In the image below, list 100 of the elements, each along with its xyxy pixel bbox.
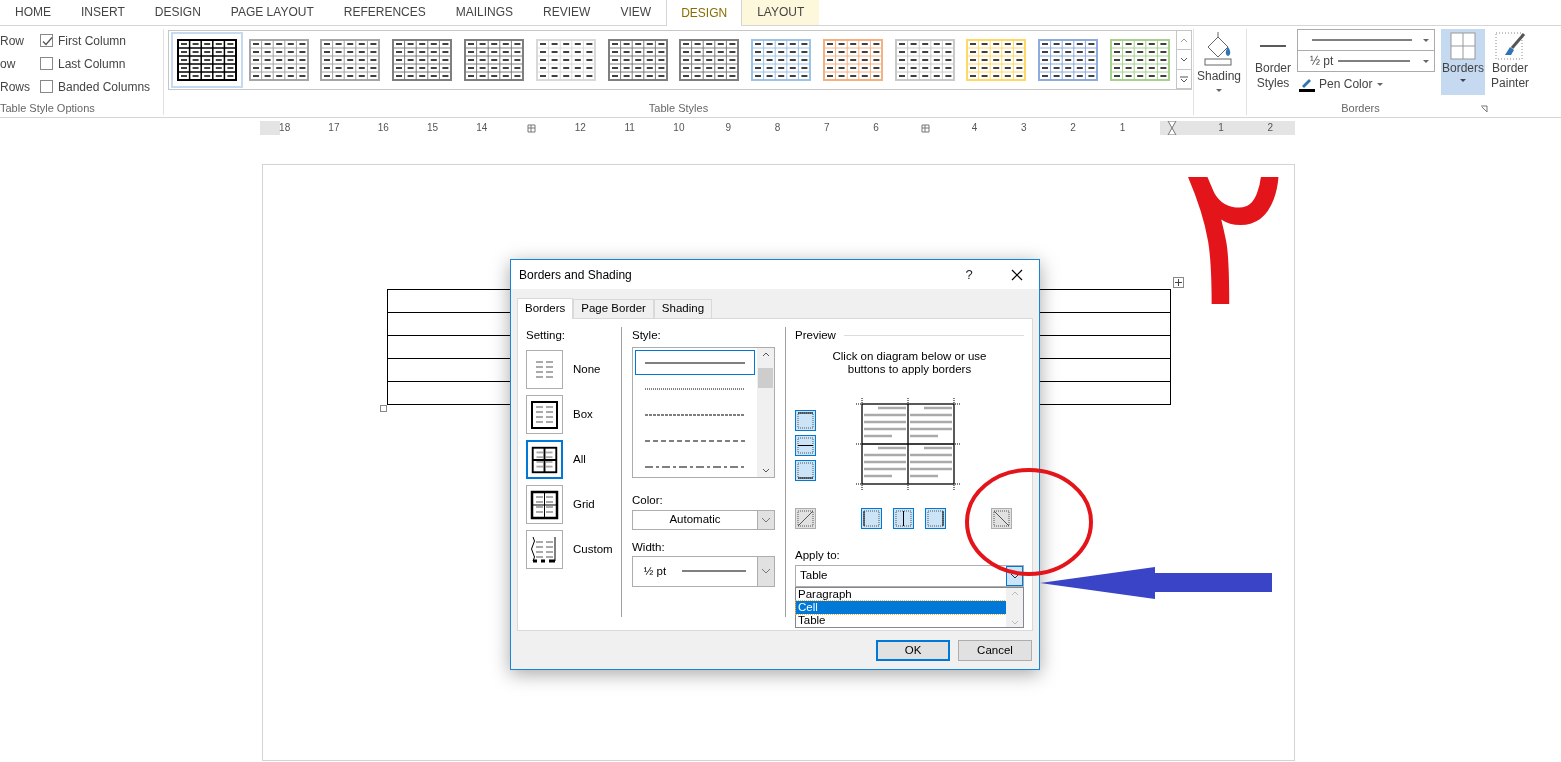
dialog-launcher-icon[interactable] <box>1480 105 1488 113</box>
apply-to-dropdown[interactable]: Table <box>795 564 1024 587</box>
line-style-dropdown[interactable] <box>1297 29 1436 51</box>
border-painter-button[interactable]: Border Painter <box>1489 29 1532 95</box>
ruler-number: 9 <box>725 121 731 135</box>
line-style-list[interactable] <box>632 347 775 479</box>
option-label: Rows <box>0 78 30 96</box>
ribbon-tab[interactable]: DESIGN <box>139 0 216 25</box>
chevron-down-icon <box>761 567 771 576</box>
setting-option[interactable] <box>526 485 563 525</box>
field-label: Style: <box>632 328 662 343</box>
chevron-down-icon <box>761 515 771 524</box>
caret-icon <box>1459 76 1468 84</box>
border-icon <box>796 436 815 456</box>
border-toggle-button[interactable] <box>795 435 816 457</box>
line-sample-icon <box>645 438 745 443</box>
ruler-number: 18 <box>279 121 291 135</box>
ribbon-tab[interactable]: DESIGN <box>666 0 743 26</box>
setting-option[interactable] <box>526 440 563 480</box>
line-sample-icon <box>645 412 745 417</box>
border-toggle-button[interactable] <box>795 460 816 482</box>
shading-button[interactable]: Shading <box>1194 29 1244 96</box>
checkbox[interactable] <box>40 80 53 93</box>
column-marker-icon[interactable] <box>526 123 536 133</box>
setting-option[interactable] <box>526 395 563 435</box>
width-dropdown[interactable]: ½ pt <box>632 555 775 587</box>
checkbox[interactable] <box>40 34 53 47</box>
preview-hint: Click on diagram below or use buttons to apply borders <box>831 350 988 377</box>
close-icon <box>1011 268 1023 281</box>
border-toggle-button[interactable] <box>795 508 816 530</box>
line-icon <box>1260 44 1286 48</box>
chevron-down-icon <box>1009 571 1020 580</box>
ribbon-tab[interactable]: PAGE LAYOUT <box>215 0 329 25</box>
setting-label: All <box>573 452 586 468</box>
ribbon-tab[interactable]: REVIEW <box>528 0 606 25</box>
checkbox[interactable] <box>40 57 53 70</box>
table-style-thumbnail[interactable] <box>171 32 243 88</box>
ok-button[interactable]: OK <box>876 640 950 661</box>
column-marker-icon[interactable] <box>920 123 930 133</box>
indent-marker-icon[interactable] <box>1166 121 1177 135</box>
pen-icon <box>1299 76 1316 92</box>
line-sample-icon <box>645 386 745 391</box>
ruler-number: 1 <box>1119 121 1126 135</box>
scrollbar-thumb[interactable] <box>758 367 773 388</box>
ruler-number: 1 <box>1218 121 1224 135</box>
ruler-number: 11 <box>624 121 635 135</box>
setting-label: Box <box>573 407 593 423</box>
ruler-number: 6 <box>873 121 879 135</box>
ribbon-tab[interactable]: MAILINGS <box>440 0 529 25</box>
setting-option[interactable] <box>526 530 563 570</box>
borders-button[interactable]: Borders <box>1441 29 1486 95</box>
dropdown-option[interactable]: Paragraph <box>796 587 1006 601</box>
option-label: Row <box>0 32 24 50</box>
borders-icon <box>1449 31 1478 61</box>
more-icon[interactable] <box>1178 73 1189 84</box>
dropdown-option[interactable]: Cell <box>796 600 1006 614</box>
table-resize-handle-icon[interactable] <box>380 405 387 412</box>
dropdown-option[interactable]: Table <box>796 613 1006 627</box>
line-icon <box>682 569 747 574</box>
border-preview-diagram[interactable] <box>856 398 960 491</box>
caret-icon <box>1376 80 1385 88</box>
dialog-title: Borders and Shading <box>519 266 633 284</box>
field-label: Color: <box>632 493 664 509</box>
setting-label: Grid <box>573 497 595 513</box>
line-weight-dropdown[interactable]: ½ pt <box>1297 50 1436 72</box>
border-toggle-button[interactable] <box>991 508 1012 530</box>
group-label: Table Styles <box>647 100 710 116</box>
border-toggle-button[interactable] <box>861 508 882 530</box>
caret-icon <box>1422 57 1430 65</box>
ruler-number: 14 <box>476 121 488 135</box>
line-sample-icon <box>645 464 745 469</box>
border-styles-button[interactable]: Border Styles <box>1253 29 1294 95</box>
border-icon <box>894 509 913 529</box>
ruler-number: 3 <box>1021 121 1027 135</box>
caret-icon <box>1422 36 1431 44</box>
line-style-option[interactable] <box>635 350 755 376</box>
help-button[interactable]: ? <box>949 264 989 285</box>
ribbon-tab[interactable]: VIEW <box>605 0 667 25</box>
ribbon-tab[interactable]: HOME <box>0 0 66 25</box>
border-toggle-button[interactable] <box>893 508 914 530</box>
cancel-button[interactable]: Cancel <box>958 640 1032 661</box>
ribbon-tab[interactable]: LAYOUT <box>742 0 820 25</box>
pen-color-button[interactable]: Pen Color <box>1297 74 1436 94</box>
dialog-tab[interactable]: Shading <box>653 299 713 318</box>
field-label: Setting: <box>526 328 566 343</box>
dialog-tab[interactable]: Page Border <box>573 299 654 318</box>
group-label: Table Style Options <box>0 100 96 116</box>
ribbon-tab[interactable]: REFERENCES <box>328 0 441 25</box>
border-icon <box>796 461 815 481</box>
color-dropdown[interactable]: Automatic <box>632 509 775 530</box>
option-label: Last Column <box>58 55 126 73</box>
border-toggle-button[interactable] <box>795 410 816 432</box>
border-icon <box>862 509 881 529</box>
ruler-number: 7 <box>823 121 830 135</box>
dialog-tab[interactable]: Borders <box>517 298 574 319</box>
ruler-number: 8 <box>774 121 781 135</box>
border-toggle-button[interactable] <box>925 508 946 530</box>
ribbon-tab[interactable]: INSERT <box>66 0 140 25</box>
table-move-handle-icon[interactable] <box>1173 277 1184 288</box>
ruler-number: 10 <box>673 121 685 135</box>
